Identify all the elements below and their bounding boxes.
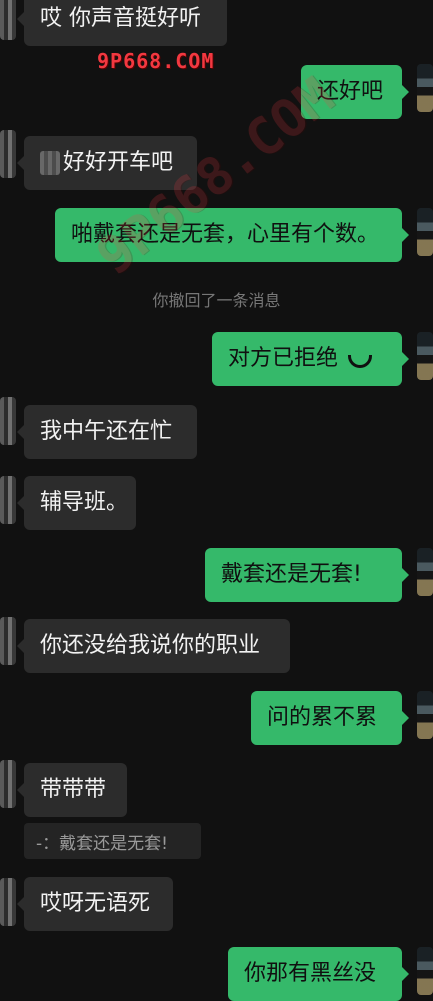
message-text: 啪戴套还是无套，心里有个数。 bbox=[71, 222, 380, 247]
message-text: 我中午还在忙 bbox=[40, 419, 173, 444]
contact-avatar[interactable] bbox=[0, 0, 16, 40]
message-text: 哎呀无语死 bbox=[40, 891, 151, 916]
outgoing-message[interactable]: 你那有黑丝没 bbox=[228, 947, 409, 1001]
user-avatar[interactable] bbox=[417, 947, 433, 995]
message-text: 辅导班。 bbox=[40, 490, 129, 515]
message-text: 你那有黑丝没 bbox=[244, 961, 377, 986]
user-avatar[interactable] bbox=[417, 64, 433, 112]
message-text: 戴套还是无套! bbox=[221, 562, 362, 587]
message-text: 你还没给我说你的职业 bbox=[40, 633, 261, 658]
incoming-message[interactable]: 好好开车吧 bbox=[17, 136, 197, 190]
message-text: 问的累不累 bbox=[267, 705, 378, 730]
contact-avatar[interactable] bbox=[0, 878, 16, 926]
incoming-message[interactable]: 辅导班。 bbox=[17, 476, 136, 530]
message-text: 带带带 bbox=[40, 777, 107, 802]
chat-conversation: 哎 你声音挺好听 9P668.COM 还好吧 好好开车吧 啪戴套还是无套，心里有… bbox=[0, 0, 433, 1001]
call-rejected-icon bbox=[348, 354, 373, 368]
contact-avatar[interactable] bbox=[0, 397, 16, 445]
incoming-message[interactable]: 你还没给我说你的职业 bbox=[17, 619, 290, 673]
user-avatar[interactable] bbox=[417, 208, 433, 256]
contact-avatar[interactable] bbox=[0, 760, 16, 808]
blurred-text-icon bbox=[40, 151, 60, 175]
message-text: 哎 你声音挺好听 bbox=[40, 6, 201, 31]
contact-avatar[interactable] bbox=[0, 617, 16, 665]
contact-avatar[interactable] bbox=[0, 130, 16, 178]
user-avatar[interactable] bbox=[417, 691, 433, 739]
message-text: 对方已拒绝 bbox=[228, 346, 339, 371]
incoming-message[interactable]: 我中午还在忙 bbox=[17, 405, 197, 459]
user-avatar[interactable] bbox=[417, 332, 433, 380]
outgoing-message[interactable]: 问的累不累 bbox=[251, 691, 409, 745]
contact-avatar[interactable] bbox=[0, 476, 16, 524]
incoming-message[interactable]: 带带带 bbox=[17, 763, 127, 817]
user-avatar[interactable] bbox=[417, 548, 433, 596]
outgoing-message[interactable]: 啪戴套还是无套，心里有个数。 bbox=[55, 208, 409, 262]
outgoing-message[interactable]: 还好吧 bbox=[301, 65, 409, 119]
watermark-text: 9P668.COM bbox=[97, 49, 215, 73]
incoming-message[interactable]: 哎呀无语死 bbox=[17, 877, 173, 931]
recall-notice: 你撤回了一条消息 bbox=[152, 291, 281, 310]
outgoing-message[interactable]: 戴套还是无套! bbox=[205, 548, 409, 602]
message-text: 还好吧 bbox=[317, 79, 384, 104]
message-text: 好好开车吧 bbox=[63, 150, 174, 175]
quoted-message-text: -：戴套还是无套! bbox=[36, 833, 168, 854]
quoted-message[interactable]: -：戴套还是无套! bbox=[24, 823, 201, 859]
outgoing-call-message[interactable]: 对方已拒绝 bbox=[212, 332, 409, 386]
incoming-message[interactable]: 哎 你声音挺好听 bbox=[17, 0, 227, 46]
